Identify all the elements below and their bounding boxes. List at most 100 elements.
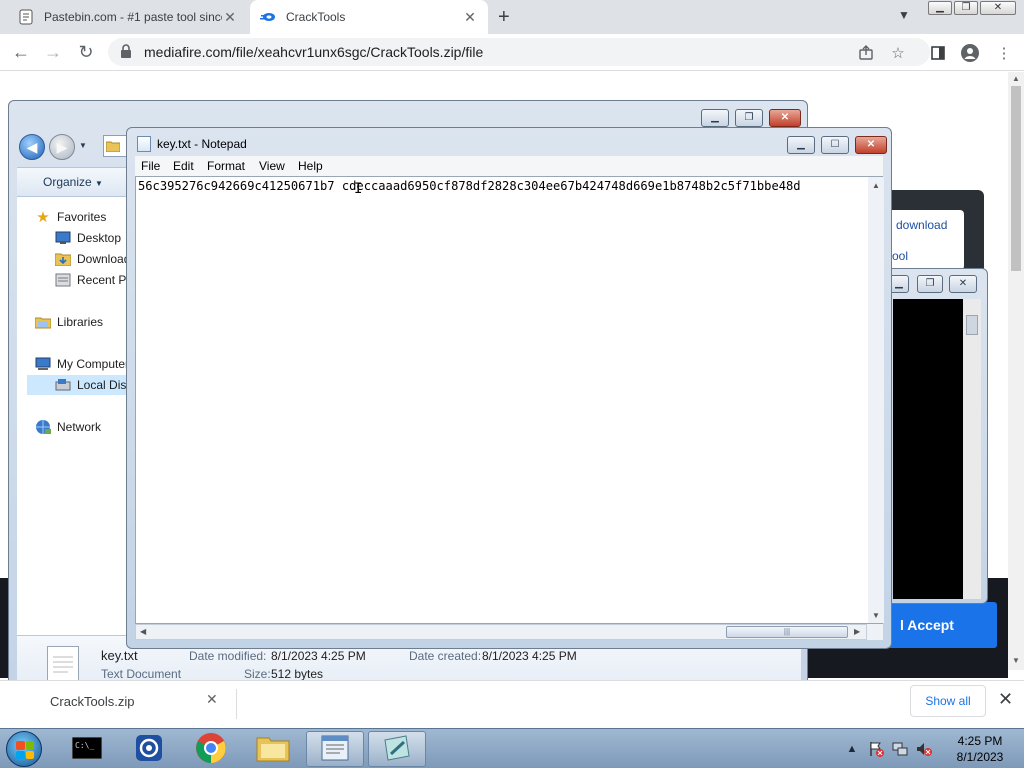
paint-icon [382,734,412,765]
menu-edit[interactable]: Edit [173,159,194,173]
nav-network[interactable]: Network [35,417,101,437]
nav-label: Libraries [57,315,104,329]
cmd-close-button[interactable]: ✕ [949,275,977,293]
notepad-horizontal-scrollbar[interactable]: ◀ ||| ▶ [135,624,867,640]
page-scrollbar[interactable]: ▲ ▼ [1008,72,1024,670]
cmd-restore-button[interactable]: ❐ [917,275,943,293]
menu-icon[interactable]: ⋮ [994,43,1014,63]
close-icon[interactable]: ✕ [998,689,1013,710]
share-icon[interactable] [856,43,876,63]
scroll-up-icon[interactable]: ▲ [1008,74,1024,83]
cmd-window: ▁ ❐ ✕ [882,268,988,604]
divider [236,689,237,719]
scrollbar-thumb[interactable]: ||| [726,626,848,638]
clock-time[interactable]: 4:25 PM [950,734,1010,748]
menu-format[interactable]: Format [207,159,245,173]
cmd-console[interactable] [893,299,963,599]
explorer-close-button[interactable]: ✕ [769,109,801,127]
close-icon[interactable]: ✕ [206,691,218,708]
libraries-icon [35,314,51,330]
taskbar-explorer[interactable] [244,731,302,767]
scrollbar-thumb[interactable] [1011,86,1021,271]
lock-icon[interactable] [120,43,134,61]
scroll-down-icon[interactable]: ▼ [1008,656,1024,665]
action-center-flag-icon[interactable] [868,741,884,757]
volume-muted-icon[interactable] [916,741,932,757]
explorer-commandbar: Organize ▼ [17,167,137,197]
show-hidden-icons-chevron-icon[interactable]: ▲ [844,741,860,757]
notepad-titlebar[interactable]: key.txt - Notepad ▁ ☐ ✕ [127,128,891,158]
new-tab-button[interactable]: + [498,6,510,29]
tab-title: CrackTools [286,10,346,24]
nav-local-disk[interactable]: Local Disk (C:) [27,375,156,395]
cmd-scrollbar[interactable] [963,299,981,599]
nav-my-computer[interactable]: My Computer [35,354,129,374]
explorer-titlebar: ▁ ❐ ✕ [9,101,807,129]
organize-label: Organize [43,175,92,189]
reload-icon[interactable]: ↻ [75,42,97,63]
notepad-maximize-button[interactable]: ☐ [821,136,849,154]
explorer-restore-button[interactable]: ❐ [735,109,763,127]
cmd-minimize-button[interactable]: ▁ [889,275,909,293]
menu-view[interactable]: View [259,159,285,173]
taskbar-network-app[interactable] [120,731,178,767]
tab-cracktools[interactable]: CrackTools ✕ [250,0,488,34]
scrollbar-thumb[interactable] [966,315,978,335]
network-icon [35,419,51,435]
menu-help[interactable]: Help [298,159,323,173]
browser-close-button[interactable]: ✕ [980,1,1016,15]
nav-downloads[interactable]: Downloads [55,249,136,269]
notepad-text-area[interactable]: 56c395276c942669c41250671b7 cdeccaaad695… [135,176,884,624]
back-arrow-icon[interactable]: ◀ [19,134,45,160]
menu-file[interactable]: File [141,159,160,173]
scroll-left-icon[interactable]: ◀ [140,627,146,636]
notepad-vertical-scrollbar[interactable]: ▲ ▼ [868,177,884,623]
downloads-folder-icon [55,251,71,267]
recent-pages-chevron-icon[interactable]: ▼ [79,141,87,150]
computer-icon [35,356,51,372]
detail-date-created-label: Date created: [409,649,482,663]
back-icon[interactable]: ← [10,42,32,63]
address-bar[interactable]: mediafire.com/file/xeahcvr1unx6sgc/Crack… [108,38,930,66]
explorer-navbar: ◀ ▶ ▼ « [17,131,143,165]
scroll-right-icon[interactable]: ▶ [854,627,860,636]
nav-desktop[interactable]: Desktop [55,228,121,248]
start-button[interactable] [6,731,42,767]
forward-arrow-icon[interactable]: ▶ [49,134,75,160]
taskbar-cmd[interactable]: C:\_ [58,731,116,767]
tab-search-chevron-icon[interactable]: ▼ [898,8,910,22]
nav-libraries[interactable]: Libraries [35,312,103,332]
taskbar-paint[interactable] [368,731,426,767]
side-panel-icon[interactable] [928,43,948,63]
scroll-down-icon[interactable]: ▼ [868,611,884,620]
download-item-name[interactable]: CrackTools.zip [50,694,135,709]
pastebin-icon [18,9,34,25]
cookie-accept-button[interactable]: l Accept [880,602,997,648]
browser-minimize-button[interactable]: ▁ [928,1,952,15]
resize-grip-icon[interactable] [867,624,883,640]
download-link[interactable]: download [896,218,947,232]
taskbar-notepad[interactable] [306,731,364,767]
taskbar-chrome[interactable] [182,731,240,767]
notepad-close-button[interactable]: ✕ [855,136,887,154]
explorer-minimize-button[interactable]: ▁ [701,109,729,127]
detail-file-type: Text Document [101,667,182,681]
tab-pastebin[interactable]: Pastebin.com - #1 paste tool since 2002!… [8,0,248,34]
nav-favorites[interactable]: ★ Favorites [35,207,106,227]
clock-date[interactable]: 8/1/2023 [950,750,1010,764]
show-all-button[interactable]: Show all [910,685,986,717]
scroll-up-icon[interactable]: ▲ [868,181,884,190]
tab-close-icon[interactable]: ✕ [222,9,238,26]
network-tray-icon[interactable] [892,741,908,757]
explorer-nav-pane: ★ Favorites Desktop Downloads Recent Pla… [17,197,156,635]
tool-link[interactable]: ool [892,249,908,263]
notepad-icon [320,734,350,765]
notepad-minimize-button[interactable]: ▁ [787,136,815,154]
organize-button[interactable]: Organize ▼ [43,175,103,189]
notepad-window: key.txt - Notepad ▁ ☐ ✕ File Edit Format… [126,127,892,649]
forward-icon[interactable]: → [42,42,64,63]
tab-close-icon[interactable]: ✕ [462,9,478,26]
browser-restore-button[interactable]: ❐ [954,1,978,15]
profile-icon[interactable] [960,43,980,63]
bookmark-star-icon[interactable]: ☆ [888,43,908,63]
